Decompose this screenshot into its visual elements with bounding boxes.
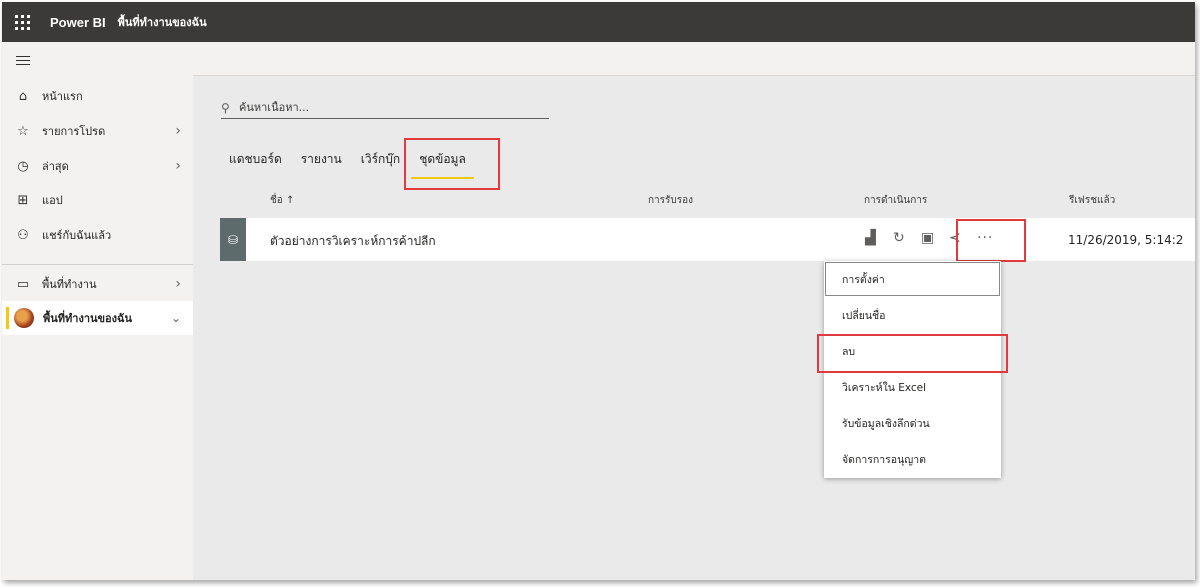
sidebar-item-label: หน้าแรก	[42, 90, 83, 103]
sidebar-item-recent[interactable]: ◷ ล่าสุด ›	[2, 149, 193, 183]
column-header-refreshed: รีเฟรชแล้ว	[1069, 195, 1116, 206]
sidebar: ⌂ หน้าแรก ☆ รายการโปรด › ◷ ล่าสุด › ⊞ แอ…	[2, 42, 193, 580]
hamburger-menu-icon[interactable]	[2, 42, 193, 78]
chevron-right-icon: ›	[175, 123, 181, 139]
clock-icon: ◷	[17, 158, 29, 174]
column-header-endorsement: การรับรอง	[648, 195, 694, 206]
menu-item-settings[interactable]: การตั้งค่า	[824, 261, 1001, 297]
app-window: Power BI พื้นที่ทำงานของฉัน ⌂ หน้าแรก ☆ …	[2, 2, 1195, 580]
refreshed-timestamp: 11/26/2019, 5:14:2	[1068, 233, 1184, 247]
schedule-refresh-icon[interactable]: ▣	[921, 230, 934, 246]
dataset-name[interactable]: ตัวอย่างการวิเคราะห์การค้าปลีก	[270, 232, 436, 251]
sidebar-item-workspaces[interactable]: ▭ พื้นที่ทำงาน ›	[2, 267, 193, 301]
tab-highlight-box	[404, 138, 500, 190]
column-header-name[interactable]: ชื่อ ↑	[270, 193, 294, 208]
dataset-icon: ⛁	[220, 218, 246, 261]
sidebar-item-label: แอป	[42, 194, 63, 207]
search-box[interactable]: ⚲	[221, 97, 549, 119]
main-content: ⚲ แดชบอร์ด รายงาน เวิร์กบุ๊ก ชุดข้อมูล ช…	[193, 42, 1195, 580]
more-options-highlight-box	[956, 219, 1026, 262]
brand-name[interactable]: Power BI	[50, 15, 106, 30]
delete-highlight-box	[817, 334, 1008, 373]
table-row[interactable]: ⛁ ตัวอย่างการวิเคราะห์การค้าปลีก ▟ ↻ ▣ ≺…	[220, 218, 1195, 261]
shared-icon: ⚇	[17, 227, 29, 243]
sidebar-divider	[2, 264, 193, 265]
home-icon: ⌂	[18, 88, 28, 104]
create-report-icon[interactable]: ▟	[865, 230, 876, 246]
chevron-right-icon: ›	[175, 158, 181, 174]
sidebar-item-label: พื้นที่ทำงานของฉัน	[43, 312, 133, 325]
sidebar-item-favorites[interactable]: ☆ รายการโปรด ›	[2, 114, 193, 148]
menu-item-quick-insights[interactable]: รับข้อมูลเชิงลึกด่วน	[824, 405, 1001, 441]
app-launcher-icon[interactable]	[2, 2, 42, 42]
refresh-icon[interactable]: ↻	[893, 230, 905, 246]
menu-item-analyze-in-excel[interactable]: วิเคราะห์ใน Excel	[824, 369, 1001, 405]
column-header-actions: การดำเนินการ	[864, 195, 928, 206]
tab-workbooks[interactable]: เวิร์กบุ๊ก	[361, 150, 400, 174]
apps-icon: ⊞	[17, 192, 29, 208]
avatar	[14, 308, 34, 328]
sidebar-item-my-workspace[interactable]: พื้นที่ทำงานของฉัน ⌄	[2, 301, 193, 335]
sidebar-item-label: ล่าสุด	[42, 160, 69, 173]
menu-item-manage-permissions[interactable]: จัดการการอนุญาต	[824, 441, 1001, 477]
chevron-down-icon: ⌄	[170, 311, 181, 325]
chevron-right-icon: ›	[175, 276, 181, 292]
tab-reports[interactable]: รายงาน	[301, 150, 342, 174]
tab-dashboards[interactable]: แดชบอร์ด	[229, 150, 282, 174]
top-bar: Power BI พื้นที่ทำงานของฉัน	[2, 2, 1195, 42]
breadcrumb[interactable]: พื้นที่ทำงานของฉัน	[118, 13, 207, 31]
search-icon: ⚲	[221, 100, 230, 115]
sidebar-item-label: แชร์กับฉันแล้ว	[42, 229, 112, 242]
sidebar-item-home[interactable]: ⌂ หน้าแรก	[2, 79, 193, 113]
menu-item-rename[interactable]: เปลี่ยนชื่อ	[824, 297, 1001, 333]
workspaces-icon: ▭	[16, 276, 30, 292]
sidebar-item-label: รายการโปรด	[42, 125, 106, 138]
sidebar-item-shared[interactable]: ⚇ แชร์กับฉันแล้ว	[2, 218, 193, 252]
search-input[interactable]	[239, 101, 539, 114]
active-indicator	[6, 307, 9, 329]
sidebar-item-apps[interactable]: ⊞ แอป	[2, 183, 193, 217]
star-icon: ☆	[17, 123, 29, 139]
sidebar-item-label: พื้นที่ทำงาน	[42, 278, 97, 291]
header-strip	[193, 42, 1195, 76]
